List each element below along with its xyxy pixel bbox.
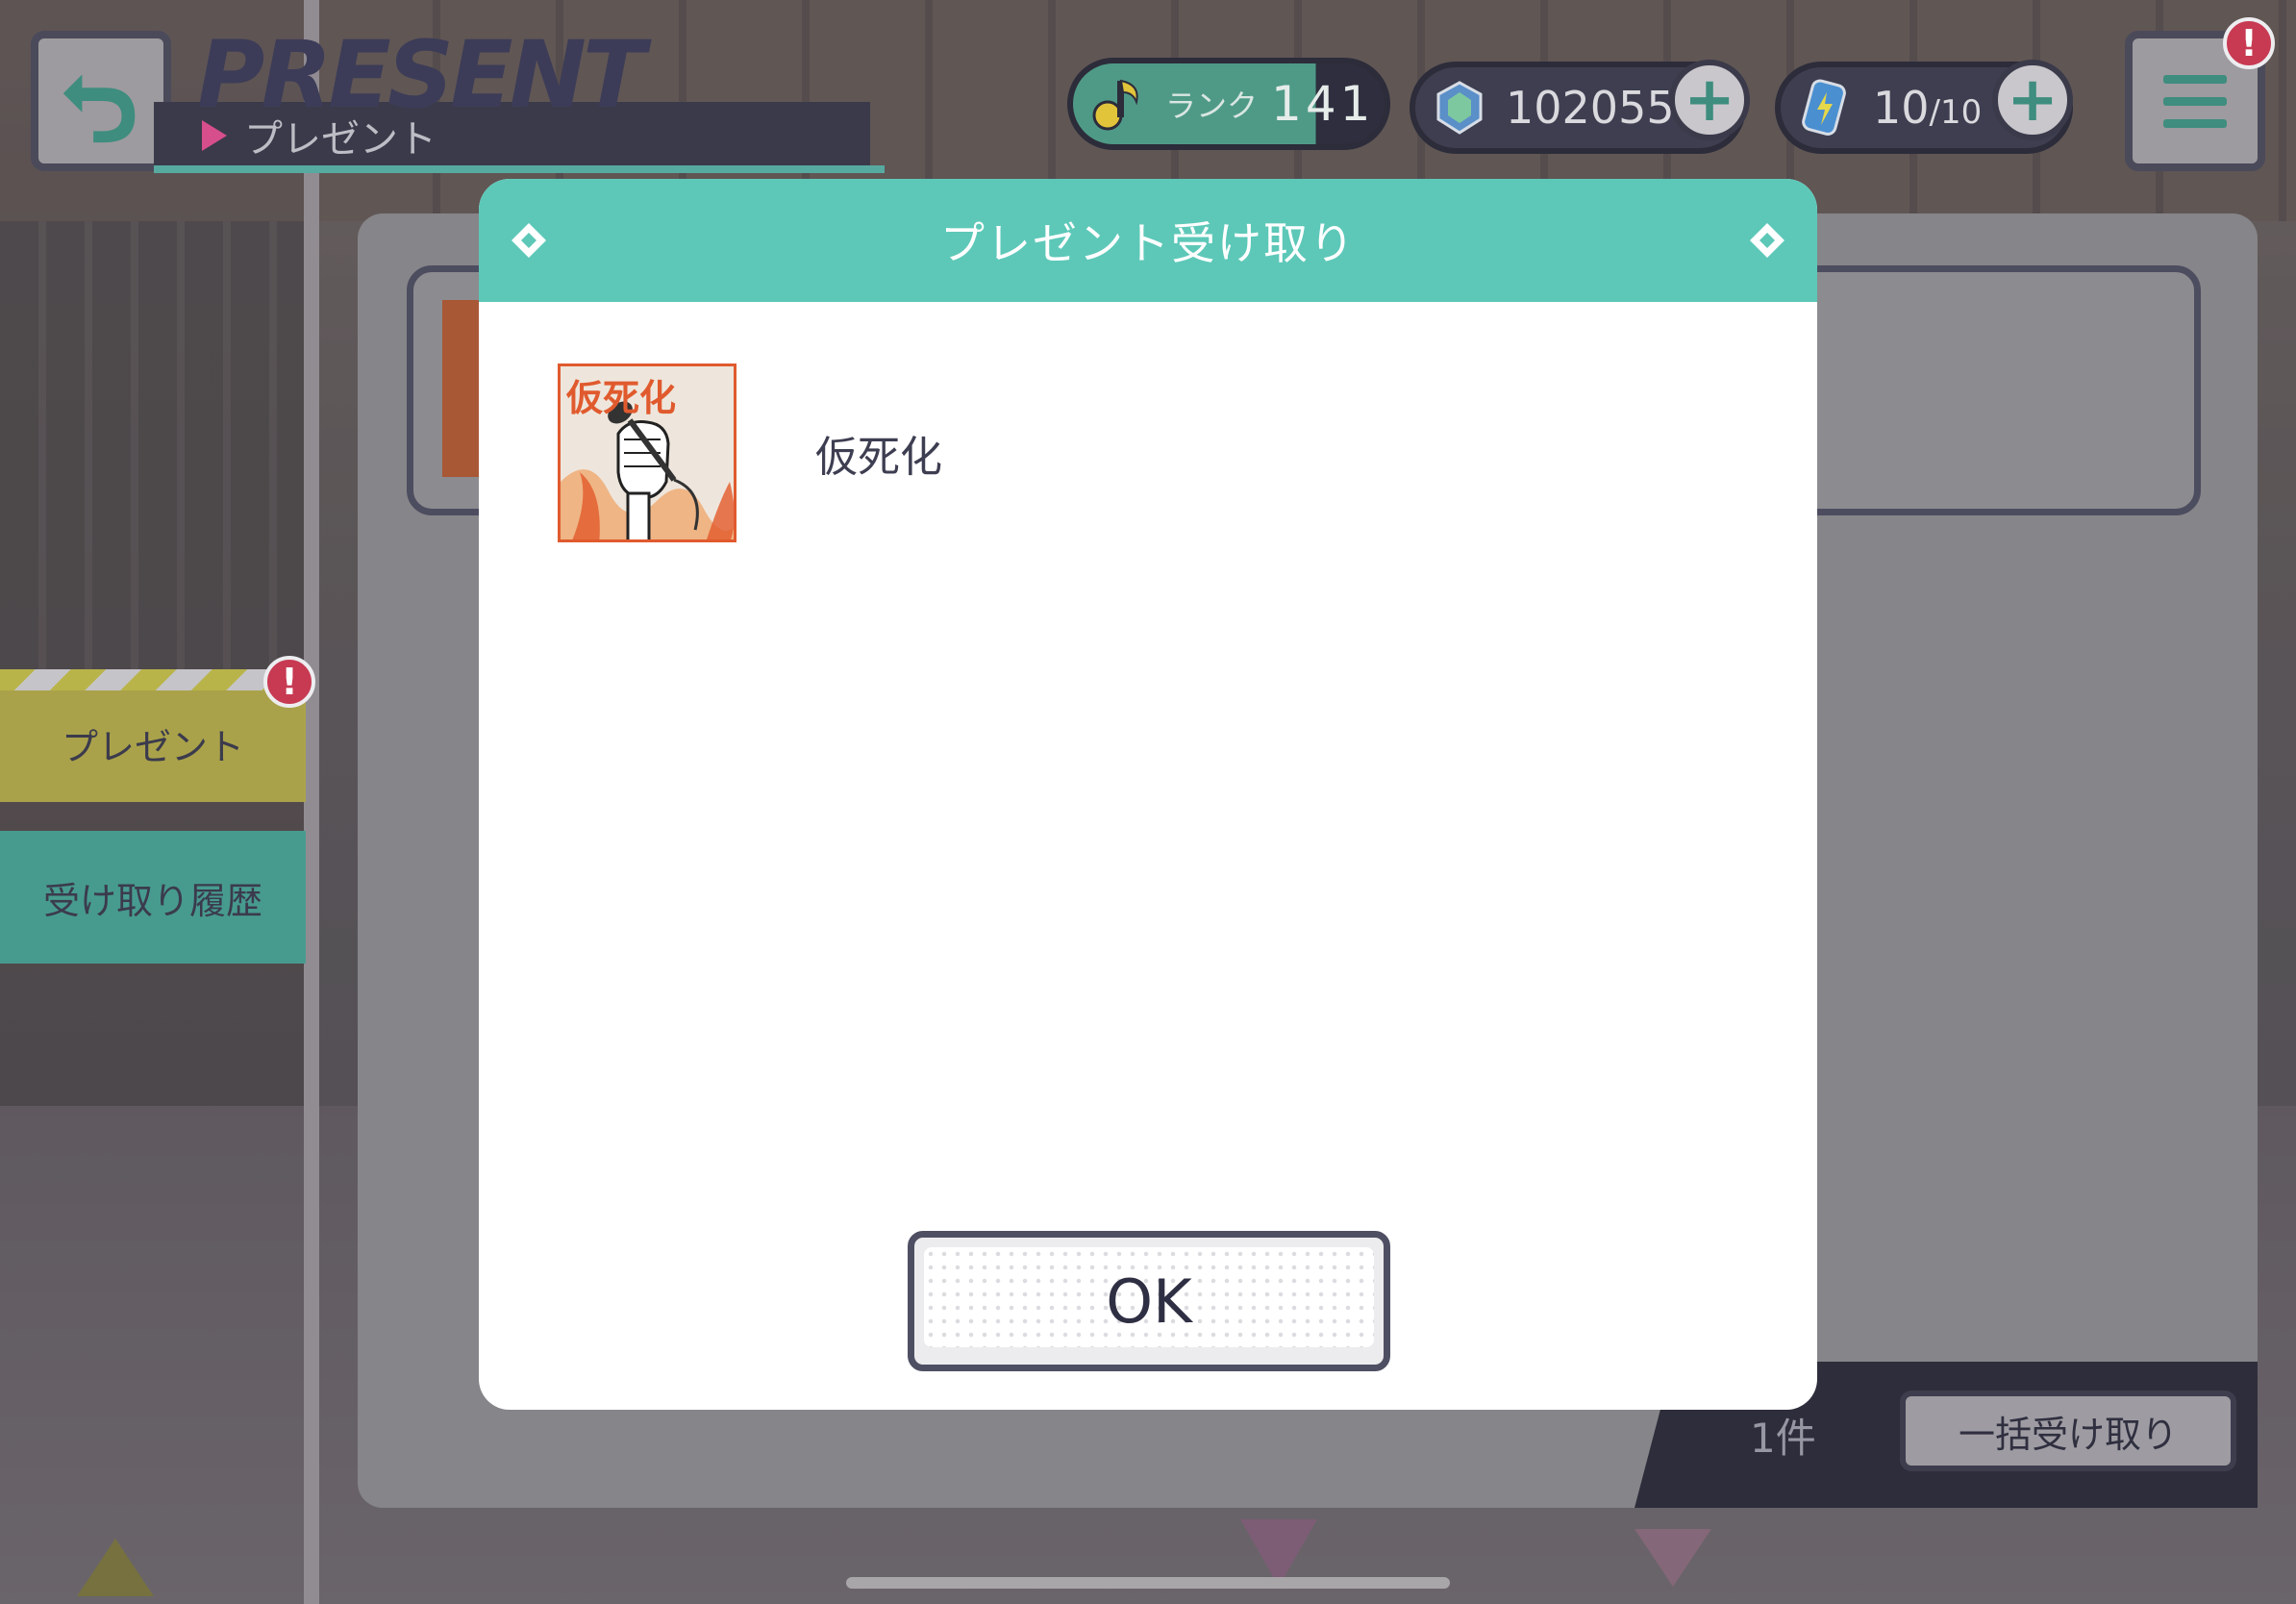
present-alert-badge: ! bbox=[263, 656, 315, 708]
rank-label: ランク bbox=[1165, 88, 1259, 124]
menu-alert-badge: ! bbox=[2223, 17, 2275, 69]
tab-present-label: プレゼント bbox=[61, 725, 244, 768]
tab-history-label: 受け取り履歴 bbox=[42, 879, 262, 922]
song-jacket-image: 仮死化 bbox=[558, 363, 736, 542]
music-note-icon bbox=[1092, 79, 1138, 131]
item-name: 仮死化 bbox=[815, 433, 942, 482]
gem-count: 102055 bbox=[1506, 82, 1675, 134]
page-subtitle: プレゼント bbox=[202, 108, 437, 163]
tab-history[interactable]: 受け取り履歴 bbox=[0, 831, 306, 964]
home-indicator bbox=[846, 1577, 1450, 1589]
dialog-title: プレゼント受け取り bbox=[940, 217, 1356, 269]
ok-button-label: OK bbox=[1106, 1266, 1192, 1337]
energy-can-icon bbox=[1802, 79, 1846, 136]
crystal-icon bbox=[1436, 81, 1483, 135]
hamburger-line bbox=[2163, 74, 2227, 84]
rank-value: 141 bbox=[1271, 76, 1375, 132]
present-item-thumbnail bbox=[442, 300, 481, 477]
ok-button[interactable]: OK bbox=[908, 1231, 1390, 1371]
back-button[interactable] bbox=[31, 31, 171, 171]
energy-max: /10 bbox=[1929, 93, 1983, 132]
tab-present[interactable]: プレゼント bbox=[0, 669, 306, 802]
rank-display: ランク 141 bbox=[1067, 58, 1390, 150]
present-count: 1件 bbox=[1750, 1415, 1816, 1462]
plus-icon: + bbox=[1684, 64, 1735, 136]
bulk-receive-button[interactable]: 一括受け取り bbox=[1900, 1391, 2236, 1471]
page-subtitle-text: プレゼント bbox=[244, 117, 437, 162]
play-triangle-icon bbox=[202, 120, 227, 151]
receive-dialog: プレゼント受け取り 仮死化 仮死化 OK bbox=[479, 179, 1817, 1410]
back-arrow-icon bbox=[62, 74, 136, 143]
song-jacket-title: 仮死化 bbox=[566, 376, 677, 419]
energy-count: 10/10 bbox=[1873, 82, 1982, 134]
diamond-icon bbox=[512, 223, 546, 258]
hamburger-line bbox=[2163, 96, 2227, 106]
title-underline bbox=[154, 165, 885, 173]
received-item: 仮死化 仮死化 bbox=[558, 363, 942, 542]
energy-current: 10 bbox=[1873, 82, 1930, 134]
add-energy-button[interactable]: + bbox=[1992, 60, 2073, 140]
dialog-header: プレゼント受け取り bbox=[479, 179, 1817, 302]
diamond-icon bbox=[1750, 223, 1784, 258]
hamburger-line bbox=[2163, 118, 2227, 128]
plus-icon: + bbox=[2007, 64, 2059, 136]
add-gems-button[interactable]: + bbox=[1669, 60, 1750, 140]
